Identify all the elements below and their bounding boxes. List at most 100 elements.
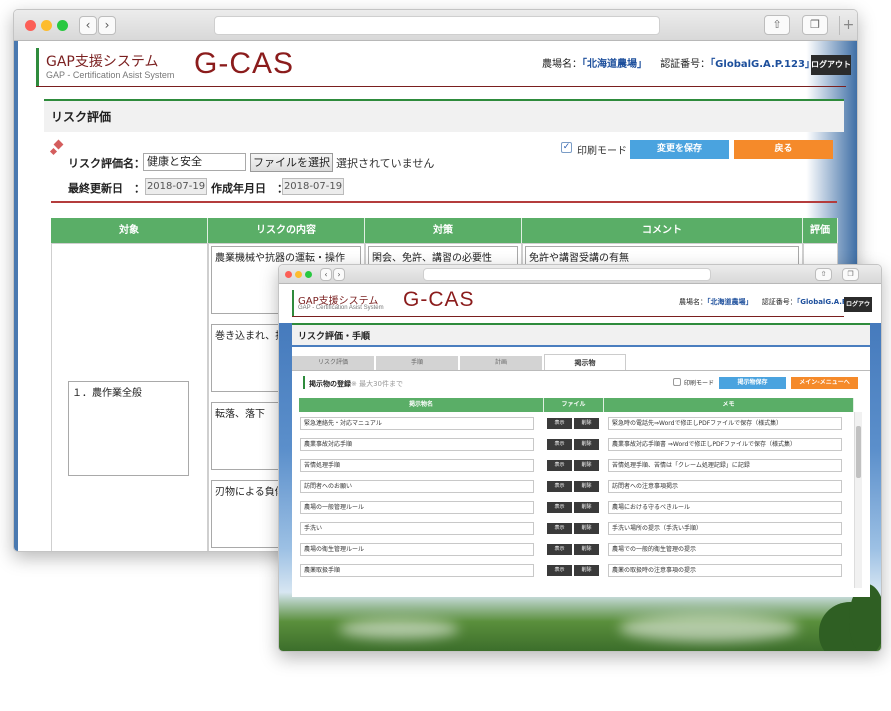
diamond-icon — [53, 139, 64, 150]
show-file-button[interactable]: 表示 — [547, 523, 572, 534]
show-file-button[interactable]: 表示 — [547, 565, 572, 576]
memo-input[interactable]: 手洗い場所の提示（手洗い手順） — [608, 522, 842, 535]
col-header-file: ファイル — [544, 398, 604, 412]
subtitle-accent — [303, 376, 305, 389]
created-label: 作成年月日 ： — [211, 182, 288, 195]
main-menu-button[interactable]: メイン-メニューへ — [791, 377, 858, 389]
tab-procedure[interactable]: 手順 — [376, 356, 458, 370]
close-window-button[interactable] — [285, 271, 292, 278]
posting-name-input[interactable]: 手洗い — [300, 522, 534, 535]
tabs-icon: ❐ — [847, 270, 854, 278]
cert-label: 認証番号： — [761, 298, 797, 306]
plus-icon: + — [842, 17, 855, 33]
save-changes-button[interactable]: 変更を保存 — [630, 140, 729, 159]
page-content: GAP支援システム GAP - Certification Asist Syst… — [279, 284, 881, 651]
share-button[interactable]: ⇧ — [815, 268, 832, 281]
col-header-risk: リスクの内容 — [208, 218, 365, 243]
posting-name-input[interactable]: 農薬取扱手順 — [300, 564, 534, 577]
tab-plan[interactable]: 計画 — [460, 356, 542, 370]
delete-file-button[interactable]: 削除 — [574, 523, 599, 534]
show-file-button[interactable]: 表示 — [547, 544, 572, 555]
posting-registration-label: 掲示物の登録 — [309, 380, 351, 388]
save-postings-button[interactable]: 掲示物保存 — [719, 377, 786, 389]
show-file-button[interactable]: 表示 — [547, 439, 572, 450]
posting-name-input[interactable]: 緊急連絡先・対応マニュアル — [300, 417, 534, 430]
share-button[interactable]: ⇧ — [764, 15, 790, 35]
tab-postings[interactable]: 掲示物 — [544, 354, 626, 370]
form-divider — [51, 201, 837, 203]
memo-input[interactable]: 緊急時の電話先⇒Wordで修正しPDFファイルで保存（様式集） — [608, 417, 842, 430]
diamond-icon — [49, 147, 58, 156]
header-divider — [36, 86, 846, 87]
minimize-window-button[interactable] — [295, 271, 302, 278]
tabs-button[interactable]: ❐ — [802, 15, 828, 35]
memo-input[interactable]: 農場での一般的衛生管理の提示 — [608, 543, 842, 556]
tabs-button[interactable]: ❐ — [842, 268, 859, 281]
table-scrollbar[interactable] — [854, 412, 862, 588]
file-select-button[interactable]: ファイルを選択 — [250, 153, 333, 172]
memo-input[interactable]: 訪問者への注意事項掲示 — [608, 480, 842, 493]
logo-en: GAP - Certification Asist System — [46, 70, 175, 80]
delete-file-button[interactable]: 削除 — [574, 460, 599, 471]
risk-name-input[interactable]: 健康と安全 — [143, 153, 246, 171]
forward-button[interactable]: › — [98, 16, 116, 35]
created-date-field: 2018-07-19 — [282, 178, 344, 195]
tab-bar-underline — [292, 370, 870, 371]
delete-file-button[interactable]: 削除 — [574, 502, 599, 513]
cloud-decoration — [339, 619, 459, 639]
header-divider — [292, 316, 844, 317]
chevron-right-icon: › — [337, 270, 341, 279]
target-textarea[interactable]: １．農作業全般 — [68, 381, 189, 476]
delete-file-button[interactable]: 削除 — [574, 481, 599, 492]
posting-name-input[interactable]: 農場の一般管理ルール — [300, 501, 534, 514]
memo-input[interactable]: 苦情処理手順、苦情は「クレーム処理記録」に記録 — [608, 459, 842, 472]
print-mode-checkbox[interactable] — [673, 378, 681, 386]
delete-file-button[interactable]: 削除 — [574, 544, 599, 555]
back-button[interactable]: ‹ — [79, 16, 97, 35]
show-file-button[interactable]: 表示 — [547, 460, 572, 471]
col-header-measure: 対策 — [365, 218, 522, 243]
logout-button[interactable]: ログアウト — [844, 297, 872, 323]
back-to-list-button[interactable]: 戻る — [734, 140, 833, 159]
posting-name-input[interactable]: 訪問者へのお願い — [300, 480, 534, 493]
max-items-note: ※ 最大30件まで — [351, 380, 403, 388]
logo-accent-bar — [292, 290, 294, 316]
close-window-button[interactable] — [25, 20, 36, 31]
posting-name-input[interactable]: 農場の衛生管理ルール — [300, 543, 534, 556]
print-mode-label: 印刷モード — [684, 380, 715, 387]
posting-name-input[interactable]: 苦情処理手順 — [300, 459, 534, 472]
back-button[interactable]: ‹ — [320, 268, 332, 281]
zoom-window-button[interactable] — [305, 271, 312, 278]
new-tab-button[interactable]: + — [839, 16, 857, 35]
scrollbar-thumb[interactable] — [856, 426, 861, 478]
delete-file-button[interactable]: 削除 — [574, 565, 599, 576]
farm-value: 「北海道農場」 — [707, 298, 753, 306]
farm-info: 農場名：「北海道農場」 認証番号：「GlobalG.A.P.123」 — [542, 55, 815, 70]
show-file-button[interactable]: 表示 — [547, 481, 572, 492]
browser-toolbar: ‹ › ⇧ ❐ — [279, 265, 881, 284]
logout-button[interactable]: ログアウト — [811, 55, 851, 75]
address-bar[interactable] — [214, 16, 660, 35]
tab-risk-assessment[interactable]: リスク評価 — [292, 356, 374, 370]
delete-file-button[interactable]: 削除 — [574, 418, 599, 429]
posting-name-input[interactable]: 農業事故対応手順 — [300, 438, 534, 451]
memo-input[interactable]: 農薬の取扱時の注意事項の提示 — [608, 564, 842, 577]
col-header-memo: メモ — [604, 398, 854, 412]
logo-jp: GAP支援システム — [46, 54, 159, 70]
zoom-window-button[interactable] — [57, 20, 68, 31]
delete-file-button[interactable]: 削除 — [574, 439, 599, 450]
address-bar[interactable] — [423, 268, 711, 281]
logo-mark: G-CAS — [194, 47, 295, 80]
show-file-button[interactable]: 表示 — [547, 502, 572, 513]
forward-button[interactable]: › — [333, 268, 345, 281]
app-header: GAP支援システム GAP - Certification Asist Syst… — [279, 284, 881, 323]
browser-toolbar: ‹ › ⇧ ❐ + — [14, 10, 857, 41]
memo-input[interactable]: 農業事故対応手順書 ⇒Wordで修正しPDFファイルで保存（様式集） — [608, 438, 842, 451]
page-title: リスク評価 — [51, 110, 112, 124]
minimize-window-button[interactable] — [41, 20, 52, 31]
logo-accent-bar — [36, 48, 39, 86]
show-file-button[interactable]: 表示 — [547, 418, 572, 429]
memo-input[interactable]: 農場における守るべきルール — [608, 501, 842, 514]
print-mode-label: 印刷モード — [577, 146, 627, 157]
print-mode-checkbox[interactable]: ✓ — [561, 142, 572, 153]
